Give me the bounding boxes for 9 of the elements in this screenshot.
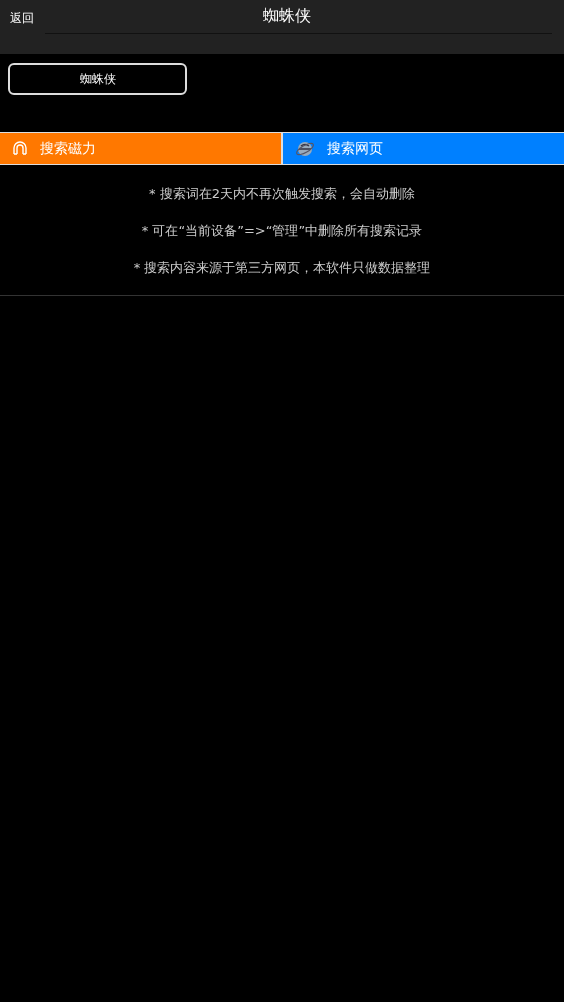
magnet-icon xyxy=(12,139,28,158)
note-text: * 搜索内容来源于第三方网页，本软件只做数据整理 xyxy=(133,259,431,276)
search-button[interactable]: 搜索网页 xyxy=(283,133,564,164)
note-text: * 搜索词在2天内不再次触发搜索，会自动删除 xyxy=(149,185,415,202)
keyword-chip[interactable]: 蜘蛛侠 xyxy=(8,63,187,95)
globe-icon xyxy=(295,139,315,158)
window-title: 蜘蛛侠 xyxy=(262,6,312,27)
back-button[interactable]: 返回 xyxy=(0,0,44,36)
note-text: * 可在“当前设备”=>“管理”中删除所有搜索记录 xyxy=(141,222,423,239)
